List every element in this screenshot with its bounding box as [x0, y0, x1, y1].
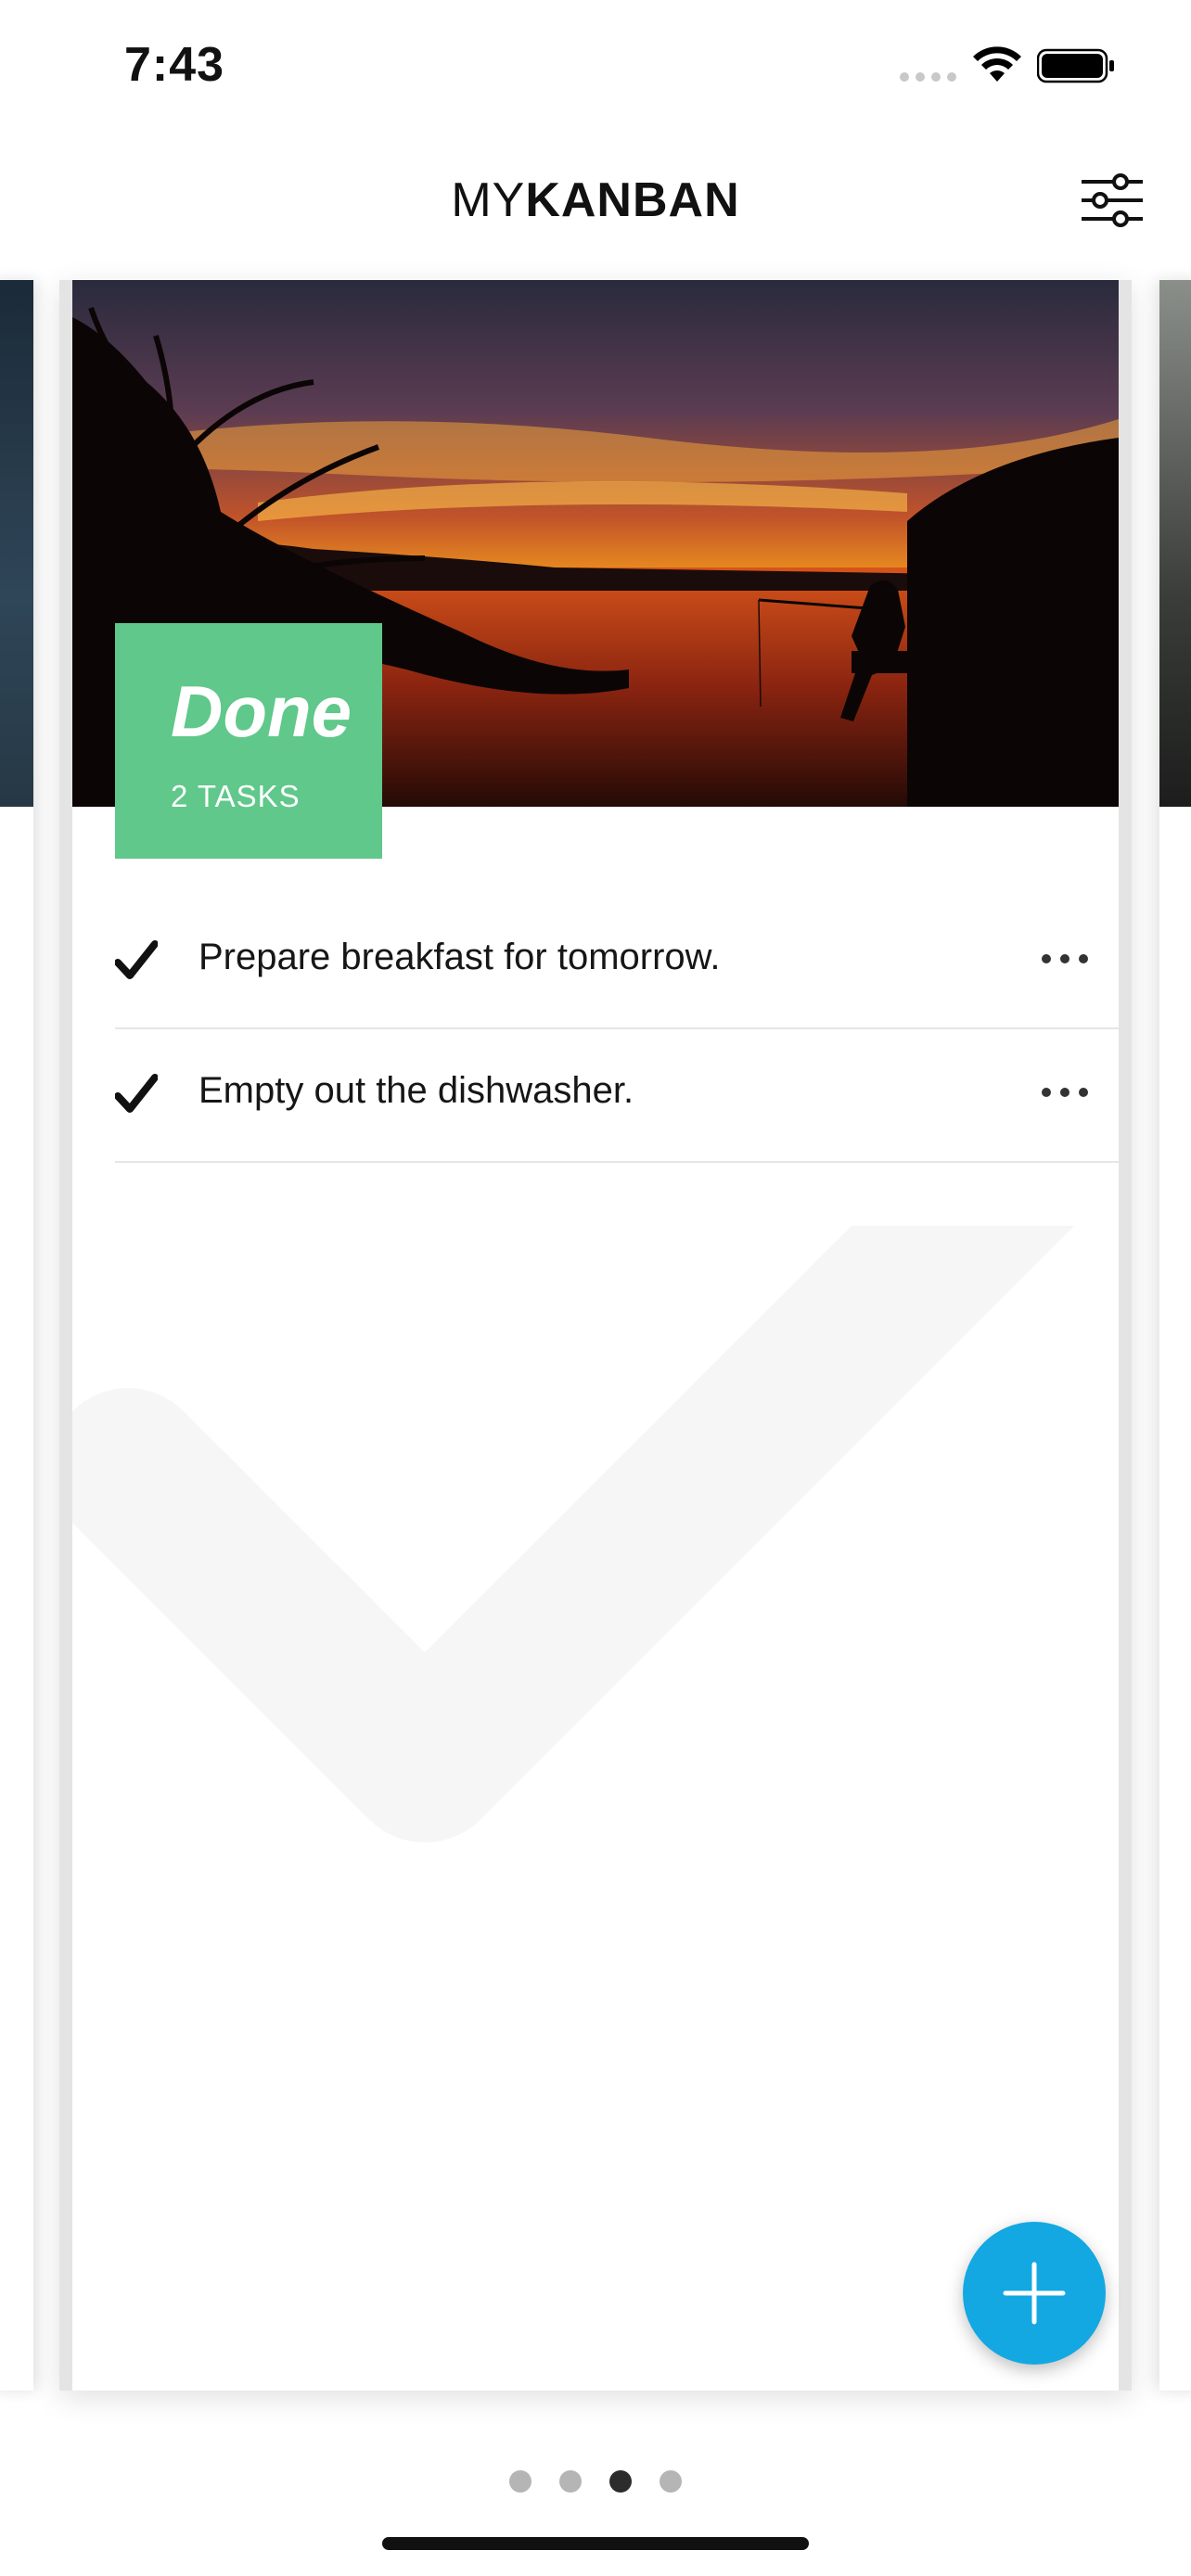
checkmark-icon	[115, 940, 158, 979]
task-row[interactable]: Empty out the dishwasher.	[115, 1029, 1119, 1163]
task-text: Empty out the dishwasher.	[198, 1070, 634, 1111]
plus-icon	[1003, 2262, 1066, 2325]
next-column-cover	[1159, 280, 1191, 807]
task-row[interactable]: Prepare breakfast for tomorrow.	[115, 896, 1119, 1029]
app-header: MYKANBAN	[0, 139, 1191, 260]
column-card-done: Done 2 TASKS Prepare breakfast for tomor…	[59, 280, 1132, 2391]
add-task-button[interactable]	[963, 2222, 1106, 2365]
task-text: Prepare breakfast for tomorrow.	[198, 937, 721, 977]
page-dot-active[interactable]	[609, 2470, 632, 2493]
more-options-icon[interactable]	[1037, 1076, 1093, 1109]
logo-text-light: MY	[451, 173, 526, 227]
next-column-card[interactable]	[1159, 280, 1191, 2391]
previous-column-cover	[0, 280, 33, 807]
kanban-carousel[interactable]: Done 2 TASKS Prepare breakfast for tomor…	[0, 274, 1191, 2394]
status-time: 7:43	[124, 38, 225, 92]
battery-icon	[1037, 48, 1114, 83]
page-dot[interactable]	[559, 2470, 582, 2493]
column-task-count: 2 TASKS	[171, 779, 301, 813]
column-title: Done	[171, 670, 352, 752]
page-dot[interactable]	[509, 2470, 531, 2493]
more-options-icon[interactable]	[1037, 942, 1093, 976]
page-dot[interactable]	[660, 2470, 682, 2493]
app-logo: MYKANBAN	[0, 172, 1191, 228]
column-header-badge[interactable]: Done 2 TASKS	[115, 623, 382, 859]
previous-column-card[interactable]	[0, 280, 33, 2391]
cellular-signal-icon	[900, 72, 956, 82]
task-list: Prepare breakfast for tomorrow. Empty ou…	[115, 896, 1119, 1163]
status-bar: 7:43	[0, 0, 1191, 139]
filter-settings-icon[interactable]	[1078, 170, 1143, 231]
checkmark-icon	[115, 1074, 158, 1113]
page-indicator	[0, 2470, 1191, 2493]
home-indicator[interactable]	[382, 2537, 809, 2550]
logo-text-bold: KANBAN	[525, 173, 740, 227]
wifi-icon	[973, 46, 1021, 82]
done-watermark-icon	[72, 1226, 1075, 1843]
